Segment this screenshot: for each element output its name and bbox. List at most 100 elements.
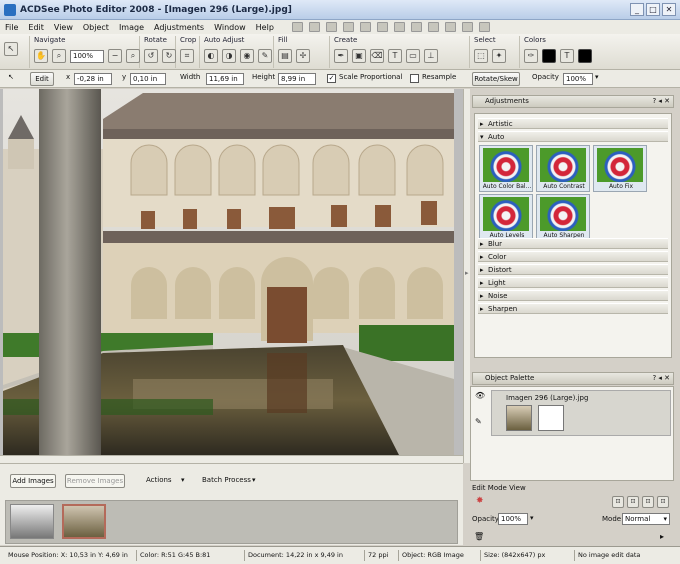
fill-options-icon[interactable]: ✢ (296, 49, 310, 63)
chevron-down-icon[interactable]: ▾ (595, 73, 599, 81)
align-icon[interactable]: ⊡ (627, 496, 639, 508)
pen-icon[interactable]: ✒ (334, 49, 348, 63)
menu-object[interactable]: Object (78, 23, 114, 32)
align-icon[interactable]: ⊡ (657, 496, 669, 508)
horizontal-scrollbar[interactable] (0, 455, 463, 463)
edit-opacity-field[interactable]: 100% (498, 513, 528, 525)
menu-window[interactable]: Window (209, 23, 251, 32)
rectangle-icon[interactable]: ▭ (406, 49, 420, 63)
panel-splitter[interactable]: ▸ (463, 89, 470, 463)
object-row[interactable]: Imagen 296 (Large).jpg (491, 390, 671, 436)
menu-help[interactable]: Help (251, 23, 279, 32)
category-distort[interactable]: Distort (478, 264, 668, 275)
print-icon[interactable] (342, 22, 354, 32)
menu-adjustments[interactable]: Adjustments (149, 23, 209, 32)
auto-color-icon[interactable]: ◑ (222, 49, 236, 63)
mode-select[interactable]: Normal ▾ (622, 513, 670, 525)
foreground-color-swatch[interactable] (542, 49, 556, 63)
text-color-icon[interactable]: T (560, 49, 574, 63)
category-artistic[interactable]: Artistic (478, 118, 668, 129)
close-button[interactable]: ✕ (662, 3, 676, 16)
y-field[interactable]: 0,10 in (130, 73, 166, 85)
maximize-button[interactable]: □ (646, 3, 660, 16)
fit-icon[interactable]: ⌕ (126, 49, 140, 63)
chevron-down-icon[interactable]: ▾ (181, 476, 185, 484)
hand-tool-icon[interactable]: ✋ (34, 49, 48, 63)
auto-levels-icon[interactable]: ◐ (204, 49, 218, 63)
new-icon[interactable] (291, 22, 303, 32)
rotate-left-icon[interactable]: ↺ (144, 49, 158, 63)
image-canvas[interactable] (0, 89, 463, 455)
redo-icon[interactable] (376, 22, 388, 32)
save-icon[interactable] (325, 22, 337, 32)
rotate-skew-button[interactable]: Rotate/Skew (472, 72, 520, 86)
scroll-icon[interactable]: ▸ (660, 532, 664, 541)
open-icon[interactable] (308, 22, 320, 32)
remove-images-button[interactable]: Remove Images (65, 474, 125, 488)
delete-icon[interactable] (444, 22, 456, 32)
pointer-tool-icon[interactable]: ↖ (4, 42, 18, 56)
width-field[interactable]: 11,69 in (206, 73, 244, 85)
crop-icon[interactable]: ⌗ (180, 49, 194, 63)
magic-wand-icon[interactable]: ✦ (492, 49, 506, 63)
collapse-icon[interactable]: ▸ (465, 269, 469, 277)
category-auto[interactable]: Auto (478, 131, 668, 142)
lock-icon[interactable] (461, 22, 473, 32)
batch-process-menu[interactable]: Batch Process (202, 476, 251, 484)
copy-icon[interactable] (410, 22, 422, 32)
eyedropper-icon[interactable]: ✑ (524, 49, 538, 63)
minimize-button[interactable]: _ (630, 3, 644, 16)
undo-icon[interactable] (359, 22, 371, 32)
brush-icon[interactable]: ✎ (258, 49, 272, 63)
menu-view[interactable]: View (49, 23, 78, 32)
thumbnail-item[interactable] (10, 504, 54, 539)
sparkle-icon[interactable]: ✸ (476, 496, 484, 506)
preset-auto-sharpen[interactable]: Auto Sharpen (536, 194, 590, 241)
x-field[interactable]: -0,28 in (74, 73, 112, 85)
thumbnail-item-selected[interactable] (62, 504, 106, 539)
cut-icon[interactable] (393, 22, 405, 32)
shape-icon[interactable]: ▣ (352, 49, 366, 63)
align-icon[interactable]: ⊡ (642, 496, 654, 508)
fill-icon[interactable]: ▤ (278, 49, 292, 63)
zoom-out-icon[interactable]: − (108, 49, 122, 63)
layers-icon[interactable] (478, 22, 490, 32)
paste-icon[interactable] (427, 22, 439, 32)
zoom-tool-icon[interactable]: ⌕ (52, 49, 66, 63)
preset-auto-levels[interactable]: Auto Levels (479, 194, 533, 241)
adjustments-panel-header[interactable]: Adjustments ? ◂ ✕ (472, 95, 674, 108)
category-sharpen[interactable]: Sharpen (478, 303, 668, 314)
preset-auto-fix[interactable]: Auto Fix (593, 145, 647, 192)
red-eye-icon[interactable]: ◉ (240, 49, 254, 63)
add-images-button[interactable]: Add Images (10, 474, 56, 488)
eraser-icon[interactable]: ⌫ (370, 49, 384, 63)
menu-file[interactable]: File (0, 23, 23, 32)
scale-proportional-checkbox[interactable]: ✓ (327, 74, 336, 83)
align-icon[interactable]: ⊡ (612, 496, 624, 508)
height-field[interactable]: 8,99 in (278, 73, 316, 85)
stamp-icon[interactable]: ⊥ (424, 49, 438, 63)
eye-icon[interactable]: 👁 (475, 391, 485, 400)
category-light[interactable]: Light (478, 277, 668, 288)
panel-controls-icon[interactable]: ? ◂ ✕ (652, 96, 670, 107)
background-color-swatch[interactable] (578, 49, 592, 63)
actions-menu[interactable]: Actions (146, 476, 172, 484)
edit-button[interactable]: Edit (30, 72, 54, 86)
text-tool-icon[interactable]: T (388, 49, 402, 63)
zoom-input[interactable]: 100% (70, 49, 104, 63)
menu-image[interactable]: Image (114, 23, 149, 32)
resample-checkbox[interactable] (410, 74, 419, 83)
chevron-down-icon[interactable]: ▾ (530, 514, 534, 522)
marquee-icon[interactable]: ⬚ (474, 49, 488, 63)
opacity-field[interactable]: 100% (563, 73, 593, 85)
pointer-icon[interactable]: ↖ (8, 73, 14, 81)
edit-object-icon[interactable]: ✎ (475, 417, 482, 426)
trash-icon[interactable]: 🗑 (474, 532, 484, 541)
category-color[interactable]: Color (478, 251, 668, 262)
category-blur[interactable]: Blur (478, 238, 668, 249)
object-palette-header[interactable]: Object Palette ? ◂ ✕ (472, 372, 674, 385)
menu-edit[interactable]: Edit (23, 23, 49, 32)
chevron-down-icon[interactable]: ▾ (252, 476, 256, 484)
preset-auto-color-balance[interactable]: Auto Color Bal... (479, 145, 533, 192)
rotate-right-icon[interactable]: ↻ (162, 49, 176, 63)
